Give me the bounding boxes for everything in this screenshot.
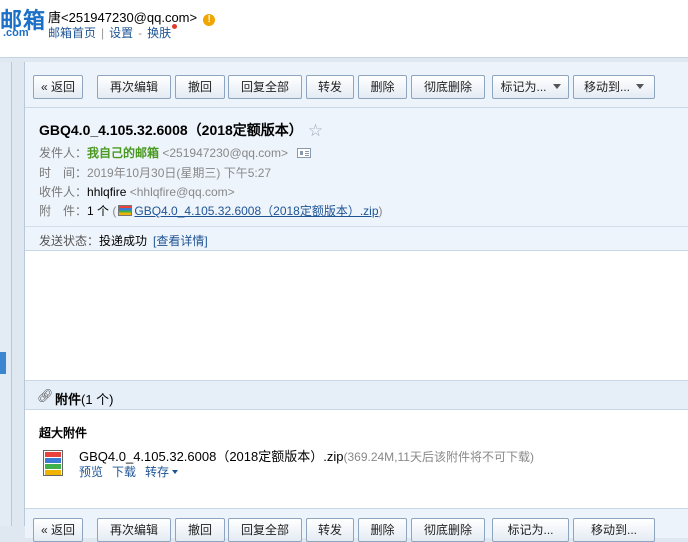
attachment-count: 1 个 [87,204,110,218]
delete-forever-button[interactable]: 彻底删除 [411,75,485,99]
status-label: 发送状态： [39,234,100,248]
chevron-down-icon [552,84,561,89]
to-label: 收件人： [39,185,88,199]
bottom-toolbar: « 返回 再次编辑 撤回 回复全部 转发 删除 彻底删除 标记为... 移动到.… [25,508,688,542]
large-attachment-label: 超大附件 [39,426,88,440]
delete-button-bottom[interactable]: 删除 [358,518,407,542]
move-to-dropdown-bottom[interactable]: 移动到... [573,518,655,542]
recall-button-bottom[interactable]: 撤回 [175,518,225,542]
divider [25,250,688,251]
user-email: <251947230@qq.com> [61,10,198,25]
contact-card-icon[interactable] [297,148,311,158]
settings-link[interactable]: 设置 [109,26,133,40]
forward-button[interactable]: 转发 [306,75,354,99]
back-button[interactable]: « 返回 [33,75,83,99]
reply-all-button[interactable]: 回复全部 [228,75,302,99]
chevron-down-icon [172,470,179,474]
attachment-actions: 预览 下载 转存 [79,463,187,480]
attachment-link[interactable]: GBQ4.0_4.105.32.6008（2018定额版本）.zip [134,204,378,218]
mail-toolbar: « 返回 再次编辑 撤回 回复全部 转发 删除 彻底删除 标记为... 移动到.… [25,62,688,108]
mark-as-dropdown[interactable]: 标记为... [492,75,569,99]
recipient-name[interactable]: hhlqfire [87,185,126,199]
view-details-link[interactable]: [查看详情] [153,234,208,248]
attachment-file-meta: (369.24M,11天后该附件将不可下载) [343,450,534,464]
attachment-file-name[interactable]: GBQ4.0_4.105.32.6008（2018定额版本）.zip [79,449,343,464]
header-links: 邮箱首页 | 设置 - 换肤 [48,24,178,41]
move-to-label: 移动到... [583,80,630,94]
paren-close: ) [378,204,383,218]
save-to-label: 转存 [145,465,170,479]
change-skin-link[interactable]: 换肤 [147,26,171,40]
back-button-bottom[interactable]: « 返回 [33,518,83,542]
delete-forever-button-bottom[interactable]: 彻底删除 [411,518,485,542]
attachment-row: 附 件：1 个 ( GBQ4.0_4.105.32.6008（2018定额版本）.… [39,202,383,219]
warning-icon[interactable]: ! [203,14,216,26]
divider [25,226,688,227]
attachments-count: (1 个) [81,392,114,407]
zip-file-icon [118,205,133,216]
reedit-button[interactable]: 再次编辑 [97,75,171,99]
status-value: 投递成功 [99,234,148,248]
mail-subject: GBQ4.0_4.105.32.6008（2018定额版本） ☆ [39,120,323,141]
reedit-button-bottom[interactable]: 再次编辑 [97,518,171,542]
reply-all-button-bottom[interactable]: 回复全部 [228,518,302,542]
time-value: 2019年10月30日(星期三) 下午5:27 [87,166,272,180]
mail-read-panel: « 返回 再次编辑 撤回 回复全部 转发 删除 彻底删除 标记为... 移动到.… [24,62,688,542]
sender-name[interactable]: 我自己的邮箱 [87,146,159,160]
send-status: 发送状态：投递成功 [查看详情] [39,232,208,249]
sender-email: <251947230@qq.com> [162,146,288,160]
paperclip-icon: 🔗︎ [37,388,54,403]
left-sidebar-edge [0,62,12,526]
subject-text: GBQ4.0_4.105.32.6008（2018定额版本） [39,122,303,138]
download-link[interactable]: 下载 [112,465,136,479]
top-header: 邮箱 .com 唐<251947230@qq.com>! 邮箱首页 | 设置 - 换肤 [0,0,688,58]
mailbox-home-link[interactable]: 邮箱首页 [48,26,96,40]
time-label: 时 间： [39,166,88,180]
mail-header-info: GBQ4.0_4.105.32.6008（2018定额版本） ☆ 发件人：我自己的… [25,108,688,250]
time-row: 时 间：2019年10月30日(星期三) 下午5:27 [39,164,271,181]
mark-as-label: 标记为... [500,80,547,94]
from-row: 发件人：我自己的邮箱 <251947230@qq.com> [39,144,311,161]
star-icon[interactable]: ☆ [308,121,323,140]
delete-button[interactable]: 删除 [358,75,407,99]
recipient-email: <hhlqfire@qq.com> [129,185,235,199]
attachments-header: 🔗︎ 附件(1 个) [25,380,688,410]
attachment-label: 附 件： [39,204,88,218]
move-to-dropdown[interactable]: 移动到... [573,75,655,99]
preview-link[interactable]: 预览 [79,465,103,479]
mark-as-dropdown-bottom[interactable]: 标记为... [492,518,569,542]
attachments-title: 附件(1 个) [55,389,114,408]
sidebar-active-marker [0,352,6,374]
save-to-dropdown[interactable]: 转存 [145,465,179,479]
from-label: 发件人： [39,146,88,160]
recall-button[interactable]: 撤回 [175,75,225,99]
zip-archive-icon[interactable] [43,450,63,476]
chevron-down-icon [636,84,644,89]
to-row: 收件人：hhlqfire <hhlqfire@qq.com> [39,183,235,200]
user-name: 唐 [48,10,62,25]
new-badge-dot [172,24,178,29]
attachments-title-text: 附件 [55,392,82,407]
paren-open: ( [112,204,117,218]
mail-logo-domain: .com [3,27,29,39]
forward-button-bottom[interactable]: 转发 [306,518,354,542]
